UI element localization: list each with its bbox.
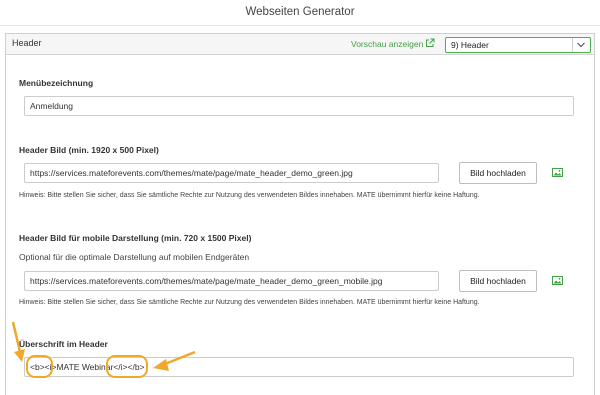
- mobile-image-hint: Hinweis: Bitte stellen Sie sicher, dass …: [19, 299, 480, 306]
- mobile-image-label: Header Bild für mobile Darstellung (min.…: [19, 233, 252, 243]
- section-select-value: 9) Header: [451, 40, 489, 50]
- header-image-upload-button[interactable]: Bild hochladen: [459, 162, 537, 184]
- headline-label: Überschrift im Header: [19, 339, 108, 349]
- mobile-image-input[interactable]: https://services.mateforevents.com/theme…: [24, 271, 439, 291]
- header-image-input[interactable]: https://services.mateforevents.com/theme…: [24, 163, 439, 183]
- header-image-hint: Hinweis: Bitte stellen Sie sicher, dass …: [19, 192, 480, 199]
- image-icon[interactable]: [552, 168, 563, 177]
- highlight-circle-open-tags: [26, 355, 53, 378]
- panel-header: Header Vorschau anzeigen 9) Header: [6, 34, 594, 55]
- highlight-circle-close-tags: [106, 355, 148, 378]
- menu-input[interactable]: Anmeldung: [24, 96, 574, 116]
- image-icon[interactable]: [552, 276, 563, 285]
- preview-link[interactable]: Vorschau anzeigen: [351, 39, 423, 49]
- header-image-label: Header Bild (min. 1920 x 500 Pixel): [19, 145, 159, 155]
- mobile-image-upload-button[interactable]: Bild hochladen: [459, 270, 537, 292]
- app-title: Webseiten Generator: [0, 0, 600, 26]
- external-link-icon[interactable]: [424, 37, 436, 49]
- section-select[interactable]: 9) Header: [445, 37, 591, 53]
- select-divider: [572, 38, 573, 52]
- panel-title: Header: [12, 38, 42, 48]
- chevron-down-icon[interactable]: [576, 41, 586, 49]
- mobile-image-sublabel: Optional für die optimale Darstellung au…: [19, 252, 250, 262]
- menu-label: Menübezeichnung: [19, 78, 94, 88]
